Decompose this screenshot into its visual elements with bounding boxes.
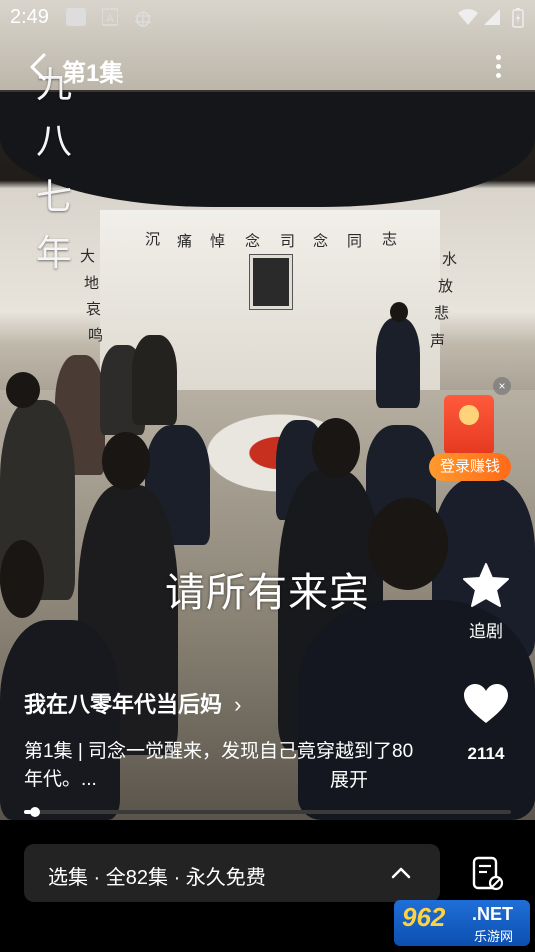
like-count: 2114 [467, 744, 505, 763]
media-icon [66, 8, 86, 26]
red-packet-icon[interactable] [444, 395, 494, 455]
drama-title: 我在八零年代当后妈 [24, 692, 223, 717]
bug-icon [132, 8, 154, 27]
scene-head [102, 432, 150, 490]
status-bar: 2:49 A [0, 0, 535, 34]
banner-char: 悼 [210, 232, 226, 250]
video-scene-drape [0, 92, 535, 207]
vertical-title-char: 八 [36, 121, 73, 162]
more-vertical-icon [495, 55, 501, 60]
wifi-icon [457, 8, 479, 26]
episode-selector[interactable]: 选集 · 全82集 · 永久免费 [24, 844, 440, 902]
promo-close-button[interactable]: × [493, 377, 511, 395]
playback-progress-bar[interactable] [24, 807, 511, 817]
font-icon: A [101, 8, 119, 26]
status-time: 2:49 [10, 6, 49, 28]
couplet-char: 放 [438, 277, 454, 295]
chevron-up-icon [391, 867, 411, 879]
more-dot [495, 64, 501, 69]
promo-login-button[interactable]: 登录赚钱 [429, 453, 511, 481]
banner-char: 念 [313, 232, 329, 250]
couplet-char: 声 [430, 332, 446, 350]
expand-button[interactable]: 展开 [330, 765, 368, 792]
chevron-left-icon [30, 53, 46, 81]
couplet-char: 悲 [434, 304, 450, 322]
scene-head [6, 372, 40, 408]
like-button[interactable]: 2114 [455, 683, 517, 764]
document-block-icon[interactable] [472, 856, 504, 892]
more-button[interactable] [490, 52, 506, 86]
vertical-title-char: 年 [36, 233, 73, 274]
watermark-cn: 乐游网 [474, 929, 514, 944]
couplet-char: 水 [442, 250, 458, 268]
watermark-suffix: .NET [472, 904, 514, 924]
banner-char: 志 [382, 230, 398, 248]
vertical-title-char: 七 [36, 177, 73, 218]
scene-head [390, 302, 408, 322]
couplet-char: 地 [84, 274, 100, 292]
follow-button[interactable]: 追剧 [455, 562, 517, 642]
couplet-char: 大 [80, 247, 96, 265]
drama-title-link[interactable]: 我在八零年代当后妈 › [24, 687, 241, 719]
heart-icon [464, 684, 508, 723]
site-watermark: 962 .NET 乐游网 [394, 900, 530, 946]
banner-char: 念 [245, 232, 261, 250]
banner-char: 痛 [177, 232, 193, 250]
banner-char: 司 [280, 232, 296, 250]
scene-person [376, 318, 420, 408]
svg-text:A: A [106, 13, 114, 25]
star-icon [463, 563, 509, 607]
signal-icon [483, 8, 501, 26]
chevron-right-icon: › [234, 692, 242, 717]
red-packet-seal [459, 405, 479, 425]
battery-icon [512, 8, 524, 28]
couplet-char: 哀 [86, 300, 102, 318]
episode-selector-label: 选集 · 全82集 · 永久免费 [48, 867, 266, 889]
scene-person [132, 335, 177, 425]
couplet-char: 鸣 [88, 326, 104, 344]
more-dot [495, 73, 501, 78]
banner-char: 沉 [145, 230, 161, 248]
video-vertical-title: 九 八 七 年 [36, 58, 76, 282]
scene-head [312, 418, 360, 478]
follow-label: 追剧 [469, 622, 503, 641]
back-button[interactable] [28, 52, 48, 90]
watermark-number: 962 [402, 902, 446, 932]
banner-char: 同 [347, 232, 363, 250]
video-scene-portrait [249, 254, 293, 310]
episode-title: 第1集 [62, 60, 124, 87]
